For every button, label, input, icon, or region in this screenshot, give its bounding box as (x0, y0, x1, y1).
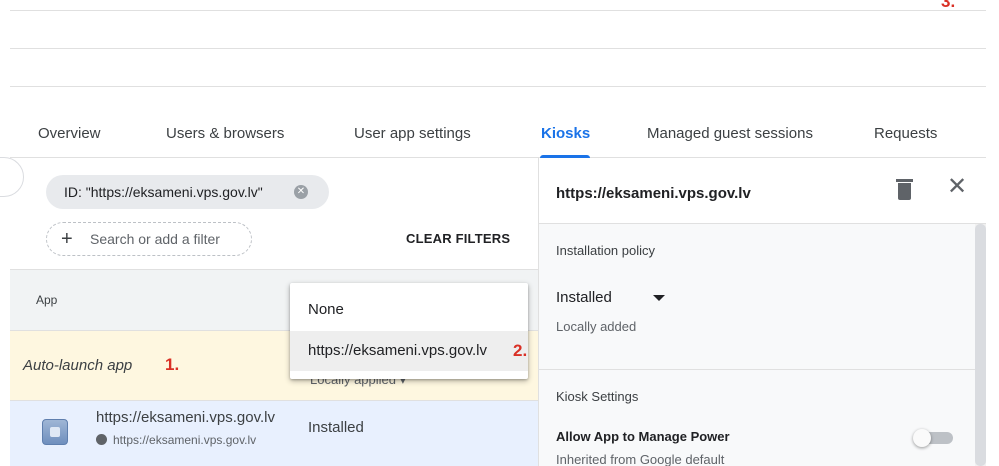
annotation-2: 2. (513, 341, 528, 360)
menu-option-app[interactable]: https://eksameni.vps.gov.lv (290, 331, 528, 371)
auto-launch-dropdown-menu: None https://eksameni.vps.gov.lv (290, 283, 528, 379)
collapse-panel-handle[interactable] (0, 157, 24, 197)
active-tab-indicator (540, 155, 590, 158)
column-header-app: App (36, 293, 58, 307)
plus-icon: + (61, 228, 73, 250)
section-divider (539, 369, 975, 370)
search-filter-input[interactable]: + Search or add a filter (46, 222, 252, 256)
close-icon[interactable]: ✕ (947, 175, 967, 199)
app-url: https://eksameni.vps.gov.lv (96, 433, 256, 447)
toggle-knob (913, 429, 931, 447)
filter-chip-label: ID: "https://eksameni.vps.gov.lv" (64, 184, 263, 200)
tab-requests[interactable]: Requests (874, 125, 937, 142)
app-name: https://eksameni.vps.gov.lv (96, 409, 275, 426)
clear-filters-button[interactable]: CLEAR FILTERS (406, 231, 510, 246)
installation-policy-select[interactable]: Installed (556, 289, 612, 306)
table-row[interactable]: https://eksameni.vps.gov.lv https://eksa… (10, 401, 538, 466)
allow-power-label: Allow App to Manage Power (556, 429, 730, 444)
tab-kiosks[interactable]: Kiosks (541, 125, 590, 142)
menu-option-none[interactable]: None (290, 290, 528, 330)
filter-chip: ID: "https://eksameni.vps.gov.lv" ✕ (46, 175, 329, 209)
scrollbar-thumb[interactable] (975, 224, 986, 466)
auto-launch-label: Auto-launch app (23, 357, 133, 374)
tab-user-app-settings[interactable]: User app settings (354, 125, 471, 142)
tab-users-browsers[interactable]: Users & browsers (166, 125, 284, 142)
installation-policy-title: Installation policy (556, 243, 655, 258)
delete-icon[interactable] (896, 179, 913, 200)
delete-icon-body (898, 183, 911, 200)
detail-title: https://eksameni.vps.gov.lv (556, 185, 751, 202)
allow-power-toggle[interactable] (913, 429, 955, 447)
tab-bar: Overview Users & browsers User app setti… (10, 106, 986, 158)
search-placeholder: Search or add a filter (90, 231, 220, 247)
delete-icon-lid (896, 179, 913, 182)
tab-managed-guest-sessions[interactable]: Managed guest sessions (647, 125, 813, 142)
annotation-1: 1. (165, 355, 180, 374)
allow-power-source: Inherited from Google default (556, 452, 725, 466)
globe-icon (96, 434, 107, 445)
installation-policy-source: Locally added (556, 319, 637, 334)
close-circle-icon[interactable]: ✕ (294, 185, 308, 199)
chevron-down-icon[interactable] (653, 295, 665, 301)
top-divider-1 (10, 10, 986, 11)
app-icon (42, 419, 68, 445)
top-divider-2 (10, 48, 986, 49)
app-status: Installed (308, 419, 364, 436)
top-divider-3 (10, 86, 986, 87)
annotation-3: 3. (941, 0, 956, 11)
tab-overview[interactable]: Overview (38, 125, 101, 142)
kiosk-settings-title: Kiosk Settings (556, 389, 639, 404)
app-url-text: https://eksameni.vps.gov.lv (113, 433, 257, 447)
